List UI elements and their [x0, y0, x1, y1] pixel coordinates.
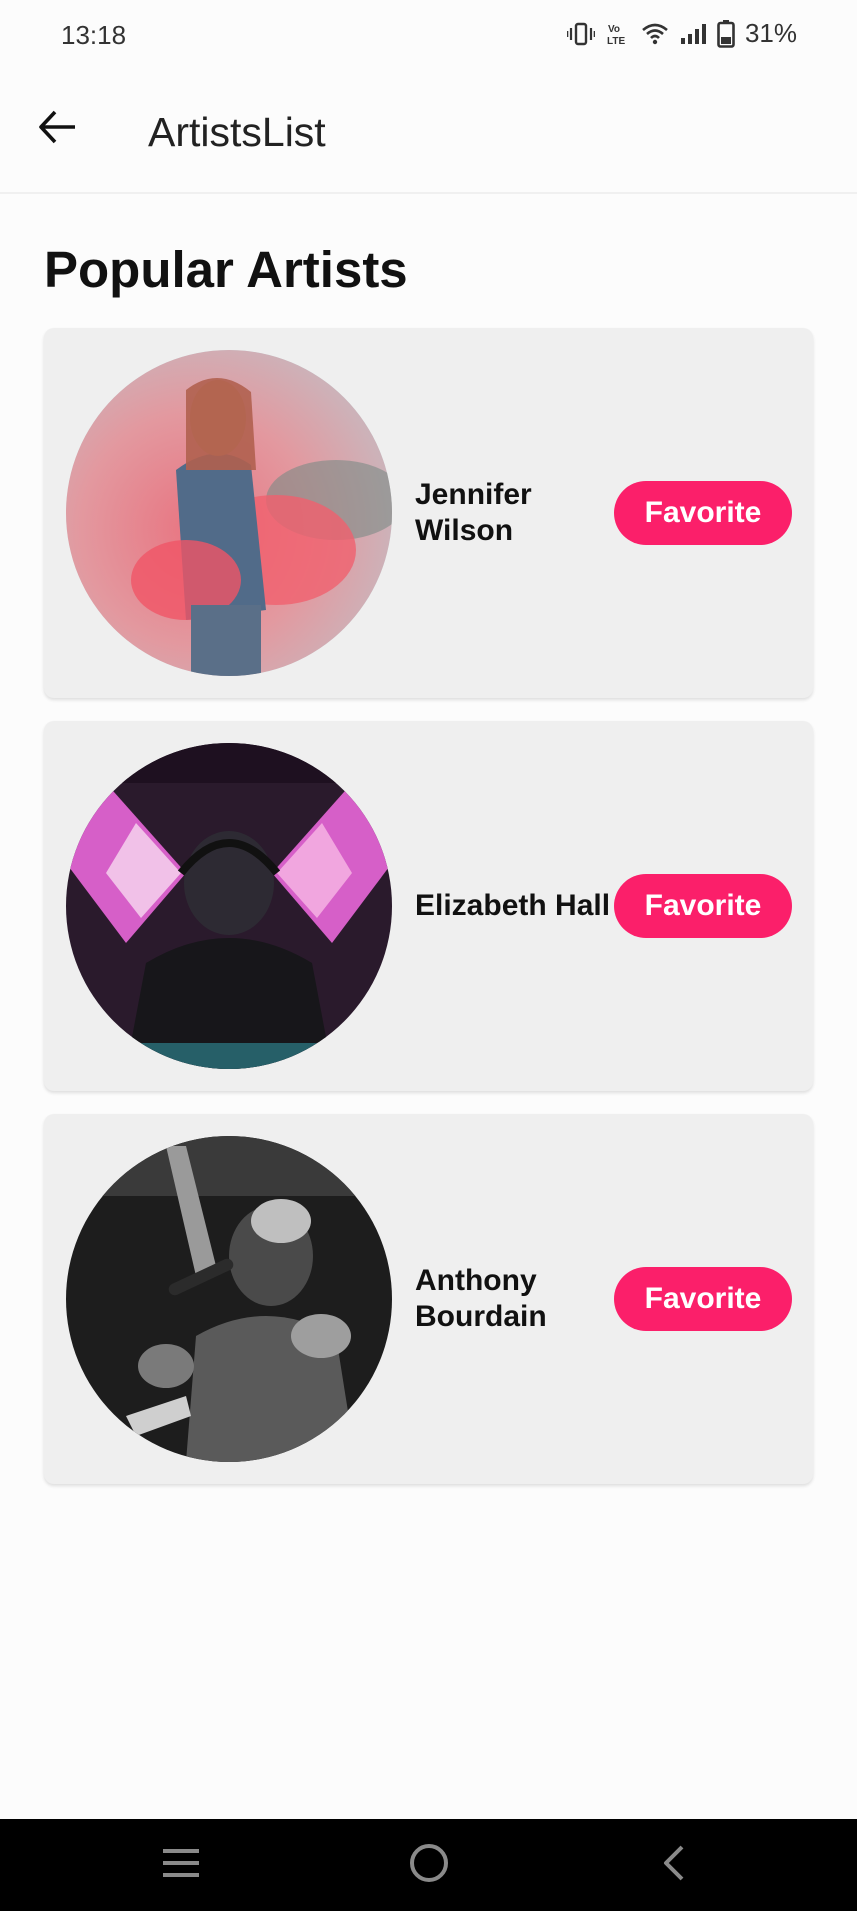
wifi-icon — [641, 22, 669, 46]
artist-avatar — [66, 350, 392, 676]
artist-avatar — [66, 743, 392, 1069]
home-icon — [409, 1843, 449, 1888]
artist-name-line2: Wilson — [415, 514, 514, 547]
menu-icon — [161, 1846, 201, 1885]
svg-text:LTE: LTE — [607, 36, 625, 47]
artist-name-line1: Jennifer — [415, 478, 532, 511]
artist-name: Elizabeth Hall — [415, 721, 615, 1091]
favorite-button[interactable]: Favorite — [614, 1267, 792, 1331]
back-button[interactable] — [30, 102, 84, 156]
battery-icon — [717, 19, 735, 48]
artist-card[interactable]: Anthony Bourdain Favorite — [44, 1114, 813, 1484]
system-nav-bar — [0, 1819, 857, 1911]
app-bar: ArtistsList — [0, 72, 857, 194]
artist-name: Anthony Bourdain — [415, 1114, 615, 1484]
artist-name-line1: Elizabeth Hall — [415, 889, 611, 922]
artist-name-line1: Anthony — [415, 1264, 537, 1297]
favorite-button[interactable]: Favorite — [614, 481, 792, 545]
artist-name: Jennifer Wilson — [415, 328, 615, 698]
back-icon — [658, 1843, 688, 1888]
status-icons: Vo LTE 31% — [566, 18, 797, 49]
artist-name-line2: Bourdain — [415, 1300, 547, 1333]
favorite-button[interactable]: Favorite — [614, 874, 792, 938]
status-time: 13:18 — [61, 20, 127, 50]
battery-percent: 31% — [744, 18, 797, 48]
section-title: Popular Artists — [44, 241, 408, 298]
svg-text:Vo: Vo — [608, 24, 620, 35]
home-button[interactable] — [399, 1835, 459, 1895]
recents-button[interactable] — [151, 1835, 211, 1895]
status-bar: 13:18 Vo LTE 31% — [0, 0, 857, 72]
arrow-left-icon — [37, 109, 77, 150]
vibrate-icon — [566, 21, 595, 47]
page-title: ArtistsList — [148, 109, 326, 155]
signal-icon — [679, 22, 707, 46]
nav-back-button[interactable] — [643, 1835, 703, 1895]
artist-card[interactable]: Jennifer Wilson Favorite — [44, 328, 813, 698]
volte-icon: Vo LTE — [605, 21, 631, 47]
artist-card[interactable]: Elizabeth Hall Favorite — [44, 721, 813, 1091]
artist-avatar — [66, 1136, 392, 1462]
